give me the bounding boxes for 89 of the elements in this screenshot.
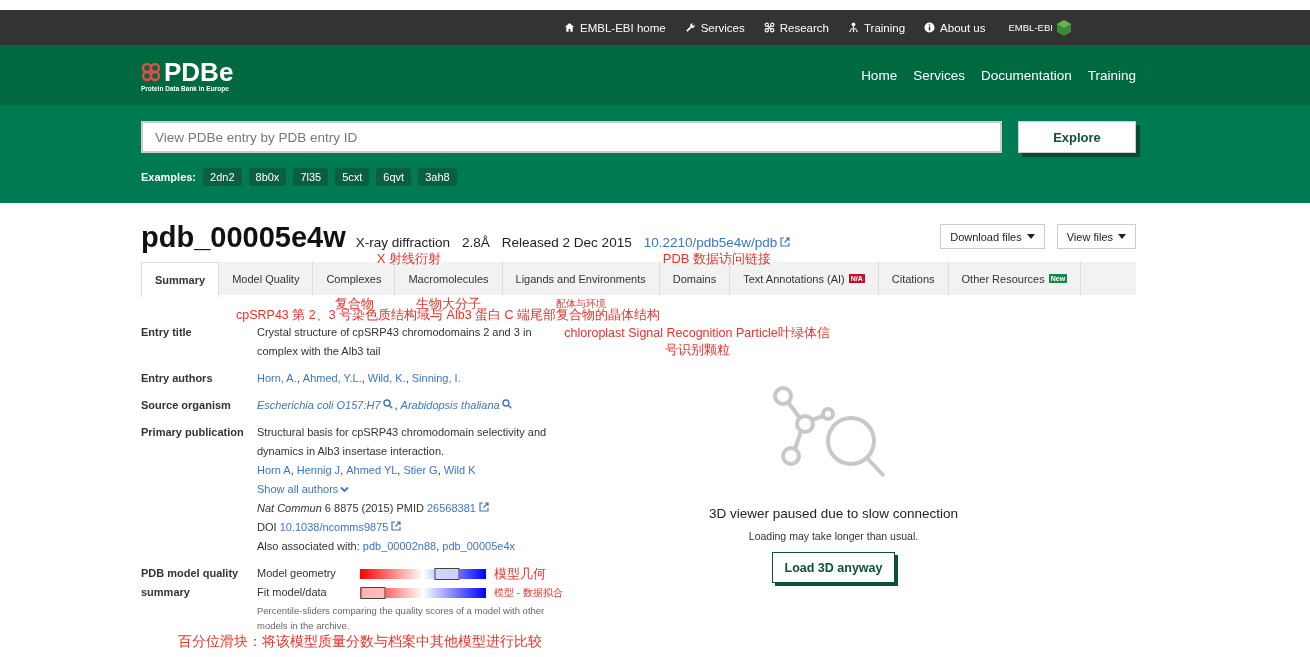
tab[interactable]: Model Quality [219,262,314,295]
slider-label: Model geometry [257,566,337,581]
search-icon[interactable] [382,399,393,409]
separator: , [397,464,401,476]
info-icon [924,22,936,33]
caret-icon [1026,234,1035,239]
people-icon [848,22,859,33]
entry-id: pdb_00005e4w [141,221,346,254]
separator: , [290,464,294,476]
method-text: X-ray diffraction [355,235,451,250]
doi-label: DOI [257,521,277,533]
show-authors-link[interactable]: Show all authors [257,483,339,495]
author-link[interactable]: Wild K [443,464,476,476]
home-icon [564,22,575,33]
example-chip[interactable]: 7l35 [293,168,329,186]
tab[interactable]: Citations [878,262,949,295]
top-nav-link[interactable]: About us [924,21,986,34]
separator: , [405,372,409,384]
example-chip[interactable]: 6qvt [376,168,412,186]
tab[interactable]: Summary [141,262,220,297]
example-chip[interactable]: 3ah8 [418,168,457,186]
logo-text[interactable]: PDBe [164,58,234,85]
author-link[interactable]: Horn, A. [257,372,297,384]
top-nav-link[interactable]: Services [684,21,745,34]
separator: , [296,372,300,384]
example-chip[interactable]: 8b0x [248,168,287,186]
field-label: Primary publication [141,425,245,440]
associated-label: Also associated with: [257,540,360,552]
doi-link[interactable]: 10.1038/ncomms9875 [279,521,389,533]
viewer-heading: 3D viewer paused due to slow connection [708,506,959,521]
external-link-icon [780,237,791,247]
network-icon [763,22,775,33]
logo-icon [141,61,163,82]
load-3d-button[interactable]: Load 3D anyway [771,552,896,583]
entry-title-text: Crystal structure of cpSRP43 chromodomains 2 and 3 in complex with the Alb3 tail [257,326,532,357]
field-label: Entry title [141,325,193,340]
author-link[interactable]: Horn A [257,464,291,476]
search-icon[interactable] [501,399,512,409]
example-chip[interactable]: 2dn2 [203,168,242,186]
field-label: Source organism [141,398,232,413]
annotation-text: 配体与环境 [556,297,607,309]
search-field[interactable]: View PDBe entry by PDB entry ID [141,121,1002,153]
annotation-text: 复合物 [334,297,374,311]
example-chip[interactable]: 5cxt [335,168,370,186]
separator: , [394,399,398,411]
caret-icon [1118,234,1126,239]
annotation-text: chloroplast Signal Recognition Particle叶绿体信号识别颗粒 [563,325,831,359]
external-link-icon [478,502,489,512]
top-nav-link[interactable]: Research [763,21,829,34]
pmid-link[interactable]: 26568381 [427,502,476,514]
citation-text: Nat Commun 6 8875 (2015) PMID [257,502,424,514]
top-nav-link[interactable]: Training [848,21,906,34]
external-link-icon [391,521,402,531]
dropdown-button[interactable]: View files [1056,224,1136,249]
author-link[interactable]: Sinning, I. [411,372,461,384]
annotation-text: 模型 - 数据拟合 [494,586,563,600]
slider-label: Fit model/data [257,585,328,600]
separator: , [361,372,365,384]
wrench-icon [684,22,696,33]
brand-label[interactable]: EMBL-EBI [1008,22,1053,33]
author-link[interactable]: Ahmed, Y.L. [302,372,362,384]
field-label: Entry authors [141,371,214,386]
separator: , [436,540,440,552]
resolution-text: 2.8Å [462,235,490,250]
nav-link[interactable]: Home [861,67,898,83]
separator: , [437,464,441,476]
chevron-down-icon[interactable] [340,486,350,493]
tab[interactable]: Ligands and Environments [502,262,660,295]
author-link[interactable]: Stier G [403,464,438,476]
annotation-text: 百分位滑块：将该模型质量分数与档案中其他模型进行比较 [178,633,542,649]
separator: , [340,464,344,476]
nav-link[interactable]: Training [1087,67,1136,83]
field-label: PDB model quality summary [141,566,240,600]
viewer-message: Loading may take longer than usual. [748,530,919,542]
nav-link[interactable]: Services [913,67,965,83]
organism-link[interactable]: Arabidopsis thaliana [400,399,500,411]
caption-text: Percentile-sliders comparing the quality scores of a model with other models in the archive. [257,604,546,633]
dropdown-button[interactable]: Download files [940,224,1045,249]
examples-label: Examples: [141,171,197,183]
publication-title: Structural basis for cpSRP43 chromodomain selectivity and dynamics in Alb3 insertase interaction. [257,425,548,459]
doi-link[interactable]: 10.2210/pdb5e4w/pdb [643,235,778,250]
nav-link[interactable]: Documentation [980,67,1072,83]
entry-link[interactable]: pdb_00005e4x [442,540,516,552]
annotation-text: 模型几何 [494,565,546,583]
hexagon-logo-icon [1054,18,1073,37]
top-nav-link[interactable]: EMBL-EBI home [564,21,666,34]
author-link[interactable]: Wild, K. [367,372,406,384]
organism-link[interactable]: Escherichia coli O157:H7 [257,399,381,411]
release-date: Released 2 Dec 2015 [501,235,632,250]
